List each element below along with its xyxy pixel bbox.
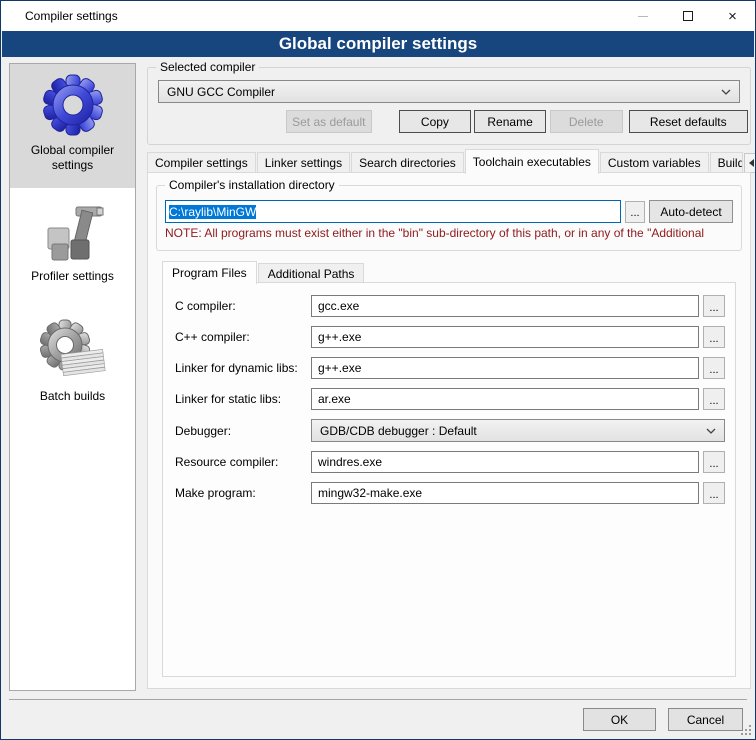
- resize-grip-icon[interactable]: [749, 733, 751, 735]
- field-label: Linker for static libs:: [175, 392, 311, 406]
- compiler-actions: Set as default Copy Rename Delete Reset …: [148, 110, 750, 133]
- chevron-down-icon: [721, 89, 731, 95]
- field-label: Debugger:: [175, 424, 311, 438]
- sidebar-item-label: Batch builds: [10, 387, 135, 412]
- field-row-cpp-compiler: C++ compiler: ...: [175, 326, 725, 348]
- field-row-make-program: Make program: ...: [175, 482, 725, 504]
- debugger-select-value: GDB/CDB debugger : Default: [320, 424, 477, 438]
- maximize-button[interactable]: [665, 1, 710, 31]
- program-files-panel: C compiler: ... C++ compiler: ... Linker…: [162, 282, 736, 677]
- titlebar: Compiler settings ×: [1, 1, 755, 31]
- c-compiler-browse-button[interactable]: ...: [703, 295, 725, 317]
- linker-dynamic-input[interactable]: [311, 357, 699, 379]
- debugger-select[interactable]: GDB/CDB debugger : Default: [311, 419, 725, 442]
- settings-sidebar: Global compiler settings Profiler settin…: [9, 63, 136, 691]
- field-row-linker-static: Linker for static libs: ...: [175, 388, 725, 410]
- minimize-icon: [638, 16, 648, 17]
- make-program-input[interactable]: [311, 482, 699, 504]
- close-button[interactable]: ×: [710, 1, 755, 31]
- c-compiler-input[interactable]: [311, 295, 699, 317]
- auto-detect-button[interactable]: Auto-detect: [649, 200, 733, 223]
- toolchain-executables-page: Compiler's installation directory C:\ray…: [147, 172, 751, 689]
- tab-compiler-settings[interactable]: Compiler settings: [147, 152, 256, 173]
- field-row-linker-dynamic: Linker for dynamic libs: ...: [175, 357, 725, 379]
- selected-compiler-group: Selected compiler GNU GCC Compiler Set a…: [147, 67, 751, 145]
- field-label: Make program:: [175, 486, 311, 500]
- bin-subdirectory-note: NOTE: All programs must exist either in …: [165, 226, 733, 240]
- field-row-c-compiler: C compiler: ...: [175, 295, 725, 317]
- tab-toolchain-executables[interactable]: Toolchain executables: [465, 149, 599, 174]
- window-controls: ×: [620, 1, 755, 31]
- field-label: C++ compiler:: [175, 330, 311, 344]
- field-row-debugger: Debugger: GDB/CDB debugger : Default: [175, 419, 725, 442]
- tab-build-options[interactable]: Build: [710, 152, 743, 173]
- maximize-icon: [683, 11, 693, 21]
- rename-button[interactable]: Rename: [474, 110, 546, 133]
- window-title: Compiler settings: [1, 9, 118, 23]
- footer-divider: [9, 699, 747, 700]
- cpp-compiler-browse-button[interactable]: ...: [703, 326, 725, 348]
- installation-directory-value: C:\raylib\MinGW: [169, 205, 256, 219]
- gray-gear-stack-icon: [38, 318, 108, 384]
- caliper-icon: [40, 202, 106, 264]
- set-as-default-button[interactable]: Set as default: [286, 110, 372, 133]
- settings-tabstrip: Compiler settings Linker settings Search…: [147, 148, 756, 173]
- resource-compiler-browse-button[interactable]: ...: [703, 451, 725, 473]
- compiler-select-value: GNU GCC Compiler: [167, 85, 275, 99]
- group-legend: Compiler's installation directory: [165, 178, 339, 192]
- tab-scroll-left-button[interactable]: [744, 153, 756, 173]
- cancel-button[interactable]: Cancel: [668, 708, 743, 731]
- directory-browse-button[interactable]: ...: [625, 201, 645, 223]
- minimize-button[interactable]: [620, 1, 665, 31]
- sidebar-item-batch-builds[interactable]: Batch builds: [10, 300, 135, 430]
- resource-compiler-input[interactable]: [311, 451, 699, 473]
- reset-defaults-button[interactable]: Reset defaults: [629, 110, 748, 133]
- sidebar-item-global-compiler-settings[interactable]: Global compiler settings: [10, 64, 135, 188]
- sidebar-item-profiler-settings[interactable]: Profiler settings: [10, 188, 135, 300]
- make-program-browse-button[interactable]: ...: [703, 482, 725, 504]
- field-label: Linker for dynamic libs:: [175, 361, 311, 375]
- delete-button[interactable]: Delete: [550, 110, 623, 133]
- chevron-down-icon: [706, 428, 716, 434]
- close-icon: ×: [728, 9, 737, 24]
- cpp-compiler-input[interactable]: [311, 326, 699, 348]
- tab-program-files[interactable]: Program Files: [162, 261, 257, 284]
- compiler-settings-dialog: Compiler settings × Global compiler sett…: [0, 0, 756, 740]
- blue-gear-icon: [40, 72, 106, 138]
- program-tabstrip: Program Files Additional Paths: [162, 260, 365, 283]
- installation-directory-input[interactable]: C:\raylib\MinGW: [165, 200, 621, 223]
- tab-additional-paths[interactable]: Additional Paths: [258, 263, 365, 283]
- sidebar-item-label: Global compiler settings: [10, 141, 135, 181]
- sidebar-item-label: Profiler settings: [10, 267, 135, 292]
- tab-linker-settings[interactable]: Linker settings: [257, 152, 350, 173]
- compiler-select[interactable]: GNU GCC Compiler: [158, 80, 740, 103]
- linker-dynamic-browse-button[interactable]: ...: [703, 357, 725, 379]
- group-legend: Selected compiler: [156, 60, 259, 74]
- linker-static-browse-button[interactable]: ...: [703, 388, 725, 410]
- installation-directory-group: Compiler's installation directory C:\ray…: [156, 185, 742, 251]
- copy-button[interactable]: Copy: [399, 110, 472, 133]
- arrow-left-icon: [749, 159, 754, 167]
- linker-static-input[interactable]: [311, 388, 699, 410]
- tab-custom-variables[interactable]: Custom variables: [600, 152, 709, 173]
- tab-search-directories[interactable]: Search directories: [351, 152, 464, 173]
- page-title: Global compiler settings: [2, 31, 754, 57]
- field-label: C compiler:: [175, 299, 311, 313]
- field-row-resource-compiler: Resource compiler: ...: [175, 451, 725, 473]
- field-label: Resource compiler:: [175, 455, 311, 469]
- ok-button[interactable]: OK: [583, 708, 656, 731]
